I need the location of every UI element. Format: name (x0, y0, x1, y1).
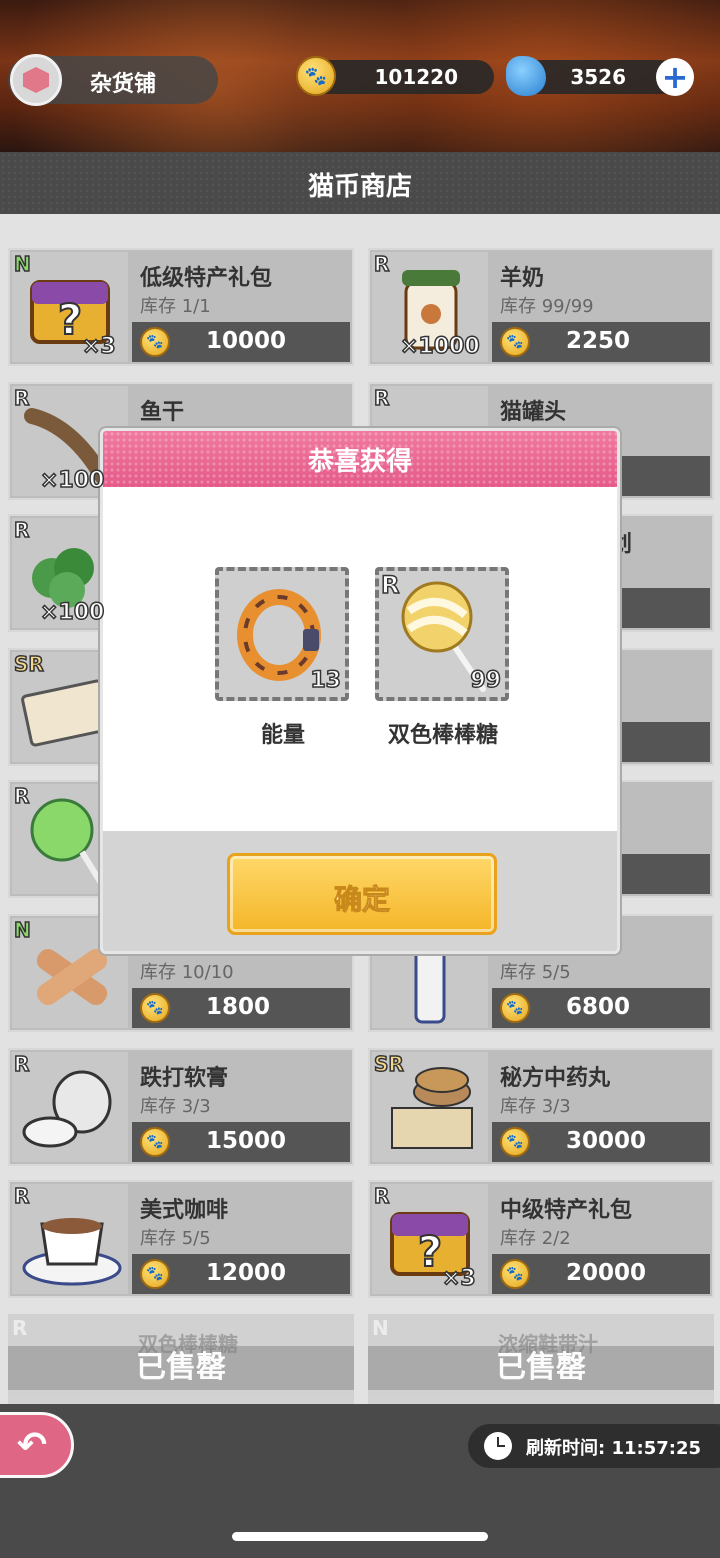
home-indicator[interactable] (232, 1532, 488, 1541)
rarity-badge: R (373, 1183, 390, 1209)
rarity-badge: N (13, 917, 31, 943)
rarity-badge: SR (373, 1051, 404, 1077)
item-qty: ×1000 (399, 333, 480, 360)
rarity-badge: R (373, 385, 390, 411)
rarity-badge: R (13, 783, 30, 809)
reward-name: 双色棒棒糖 (387, 723, 498, 748)
coin-value: 101220 (374, 65, 459, 89)
paw-coin-icon: 🐾 (296, 56, 336, 96)
reward-modal: 恭喜获得 13 能量 R 99 双色棒棒糖 确定 (100, 428, 620, 954)
rarity-badge: SR (13, 651, 44, 677)
modal-footer: 确定 (103, 831, 617, 951)
add-currency-button[interactable]: + (656, 58, 694, 96)
shop-icon (10, 54, 62, 106)
item-qty: ×100 (39, 467, 105, 494)
coin-counter: 🐾 101220 (296, 56, 494, 96)
shop-label: 杂货铺 (90, 72, 157, 97)
refresh-time-label: 刷新时间: 11:57:25 (526, 1438, 702, 1459)
fish-counter: 3526 + (506, 56, 694, 96)
rarity-badge: R (13, 1051, 30, 1077)
modal-title: 恭喜获得 (307, 447, 412, 477)
fish-value: 3526 (570, 65, 626, 89)
rarity-badge: R (13, 517, 30, 543)
reward-slot[interactable]: 13 (215, 567, 349, 701)
modal-header: 恭喜获得 (103, 431, 617, 487)
confirm-label: 确定 (333, 883, 390, 917)
reward-qty: 99 (470, 667, 502, 694)
rarity-badge: R (373, 251, 390, 277)
reward-name: 能量 (260, 723, 305, 748)
confirm-button[interactable]: 确定 (227, 853, 497, 935)
reward-qty: 13 (310, 667, 342, 694)
fish-icon (506, 56, 546, 96)
item-qty: ×3 (441, 1265, 476, 1292)
shop-tag[interactable]: 杂货铺 (8, 54, 218, 106)
back-arrow-icon: ↶ (16, 1424, 48, 1466)
rarity-badge: R (380, 570, 400, 600)
item-qty: ×3 (81, 333, 116, 360)
item-qty: ×100 (39, 599, 105, 626)
back-button[interactable]: ↶ (0, 1412, 74, 1478)
refresh-timer: 刷新时间: 11:57:25 (468, 1424, 720, 1468)
rarity-badge: N (13, 251, 31, 277)
clock-icon (484, 1432, 512, 1460)
rarity-badge: R (13, 1183, 30, 1209)
reward-slot[interactable]: R 99 (375, 567, 509, 701)
rarity-badge: R (13, 385, 30, 411)
